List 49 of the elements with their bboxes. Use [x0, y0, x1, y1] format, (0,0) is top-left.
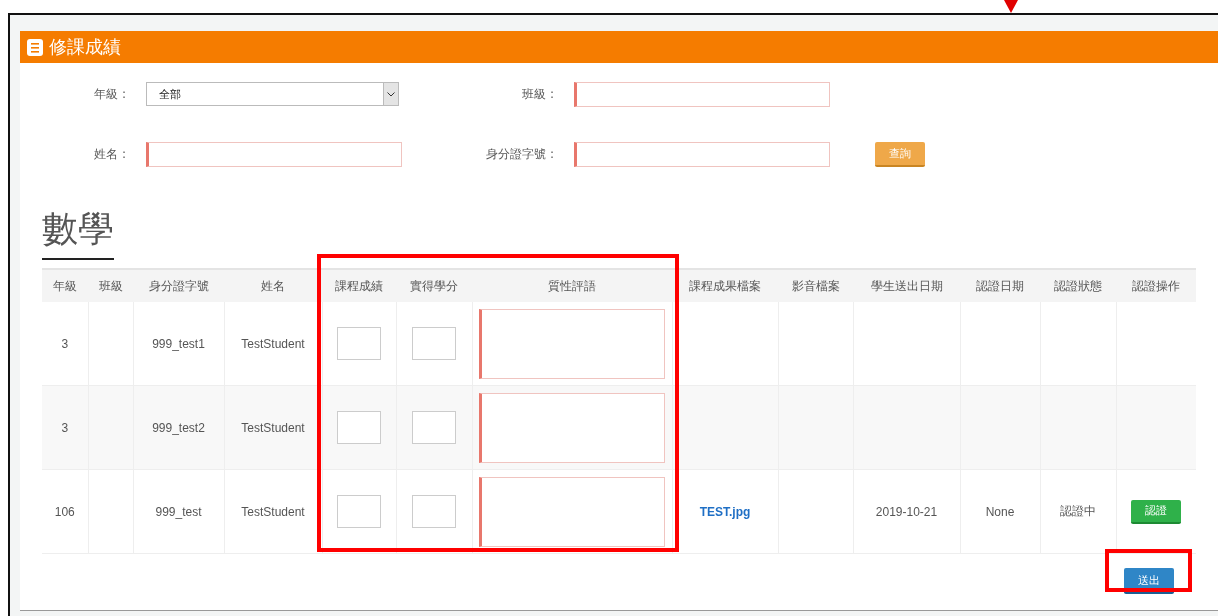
column-header: 課程成績 — [322, 269, 396, 302]
input-field[interactable] — [146, 141, 402, 167]
score-input[interactable] — [337, 411, 381, 444]
column-header: 影音檔案 — [778, 269, 853, 302]
table-cell: 2019-10-21 — [875, 504, 938, 519]
subject-heading: 數學 — [42, 205, 114, 260]
column-header: 實得學分 — [396, 269, 472, 302]
query-button[interactable]: 查詢 — [875, 141, 925, 167]
comment-field[interactable] — [479, 392, 665, 463]
column-header: 年級 — [42, 269, 88, 302]
input-field[interactable] — [574, 141, 830, 167]
score-input[interactable] — [337, 327, 381, 360]
field-label: 年級 : — [93, 85, 126, 103]
column-header: 身分證字號 — [133, 269, 224, 302]
column-header: 認證狀態 — [1040, 269, 1116, 302]
table-cell: TestStudent — [241, 504, 305, 519]
column-header: 認證日期 — [960, 269, 1040, 302]
table-cell: TestStudent — [241, 420, 305, 435]
credit-input[interactable] — [412, 411, 456, 444]
comment-field[interactable] — [479, 476, 665, 547]
comment-field[interactable] — [479, 308, 665, 379]
credit-input[interactable] — [412, 495, 456, 528]
table-cell: 106 — [54, 504, 75, 519]
grade-select[interactable]: 全部 — [146, 82, 399, 106]
table-cell: TestStudent — [241, 336, 305, 351]
score-input[interactable] — [337, 495, 381, 528]
table-cell: 999_test2 — [152, 420, 205, 435]
file-link[interactable]: TEST.jpg — [699, 504, 751, 519]
document-icon — [27, 38, 43, 56]
input-field[interactable] — [574, 81, 830, 107]
credit-input[interactable] — [412, 327, 456, 360]
table-cell: 999_test1 — [152, 336, 205, 351]
table-cell: 999_test — [155, 504, 202, 519]
section-title: 修課成績 — [49, 35, 121, 59]
table-cell: None — [985, 504, 1015, 519]
table-cell: 認證中 — [1060, 504, 1096, 518]
field-label: 姓名 : — [93, 145, 126, 163]
column-header: 課程成果檔案 — [672, 269, 778, 302]
field-label: 身分證字號 : — [485, 145, 554, 163]
table-cell: 3 — [61, 420, 69, 435]
verify-button[interactable]: 認證 — [1131, 499, 1182, 524]
table-cell: 3 — [61, 336, 69, 351]
down-arrow-icon — [1004, 0, 1018, 13]
column-header: 姓名 — [224, 269, 322, 302]
column-header: 班級 — [88, 269, 133, 302]
column-header: 認證操作 — [1116, 269, 1196, 302]
column-header: 質性評語 — [472, 269, 672, 302]
field-label: 班級 : — [521, 85, 554, 103]
column-header: 學生送出日期 — [853, 269, 960, 302]
